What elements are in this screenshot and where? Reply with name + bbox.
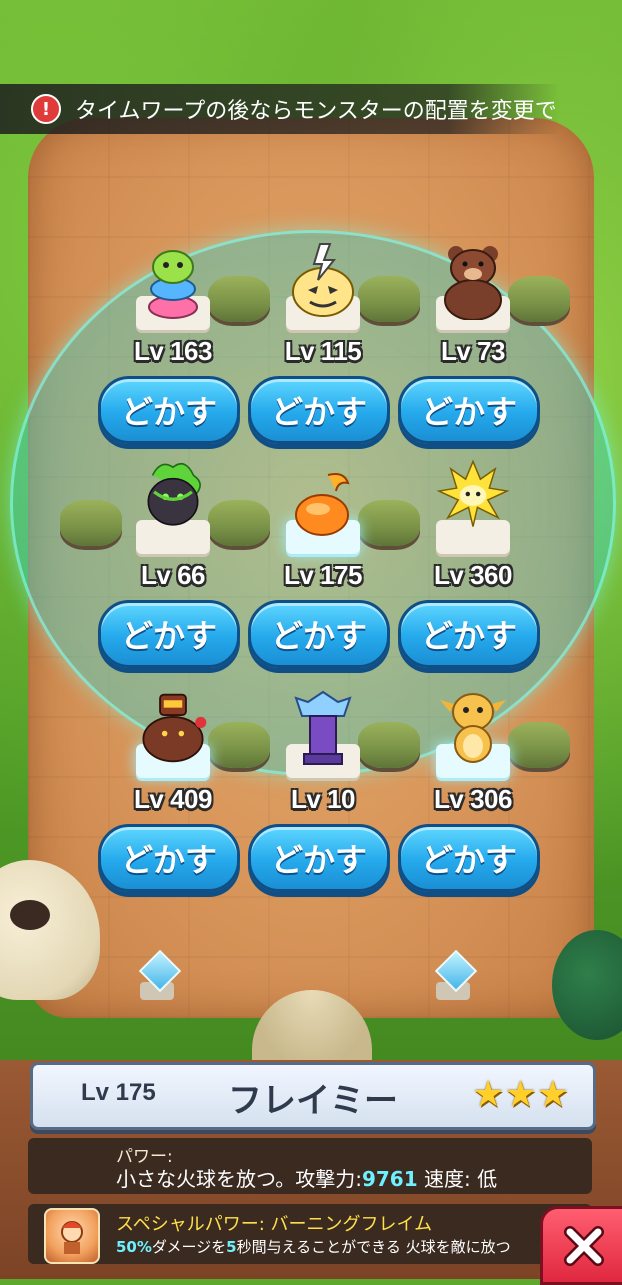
- star-rating: ★ ★ ★: [472, 1077, 569, 1113]
- monster-level: Lv 175: [284, 560, 362, 590]
- monster-slot[interactable]: Lv 360 どかす: [398, 459, 548, 684]
- monster-level: Lv 306: [434, 784, 512, 814]
- duration-seconds: 5: [226, 1238, 237, 1256]
- move-button[interactable]: どかす: [98, 600, 240, 668]
- monster-slot[interactable]: Lv 73 どかす: [398, 240, 548, 460]
- monster-slot[interactable]: Lv 66 どかす: [98, 462, 248, 684]
- star-icon: ★: [504, 1074, 537, 1115]
- monster-slot[interactable]: Lv 115 どかす: [248, 240, 398, 460]
- monster-level: Lv 66: [141, 560, 206, 590]
- fire-slime-icon[interactable]: [286, 464, 360, 544]
- rock-golem-icon[interactable]: [136, 688, 210, 768]
- monster-level: Lv 409: [134, 784, 212, 814]
- damage-percent: 50%: [116, 1238, 152, 1256]
- star-icon: ★: [536, 1074, 569, 1115]
- special-power-description: 50%ダメージを5秒間与えることができる 火球を敵に放つ: [116, 1236, 511, 1257]
- special-text: ダメージを: [151, 1238, 227, 1256]
- selected-name: フレイミー: [228, 1081, 398, 1121]
- special-power-title: スペシャルパワー: バーニングフレイム: [116, 1214, 433, 1235]
- crystal-tower-icon[interactable]: [286, 688, 360, 768]
- notice-text: タイムワープの後ならモンスターの配置を変更で: [75, 99, 557, 124]
- close-icon: [564, 1225, 604, 1266]
- monster-level: Lv 73: [441, 336, 506, 366]
- move-button[interactable]: どかす: [98, 376, 240, 444]
- star-icon: ★: [472, 1074, 505, 1115]
- monster-level: Lv 360: [434, 560, 512, 590]
- move-button[interactable]: どかす: [248, 376, 390, 444]
- stacked-slime-icon[interactable]: [136, 240, 210, 320]
- special-text: 秒間与えることができる 火球を敵に放つ: [236, 1238, 511, 1256]
- power-description: 小さな火球を放つ。攻撃力:9761 速度: 低: [116, 1163, 497, 1192]
- special-power-info: スペシャルパワー: バーニングフレイム 50%ダメージを5秒間与えることができる…: [28, 1204, 592, 1264]
- attack-value: 9761: [361, 1167, 418, 1191]
- alert-icon: !: [31, 94, 61, 124]
- monster-level: Lv 115: [284, 336, 362, 366]
- monster-slot[interactable]: Lv 409 どかす: [98, 688, 248, 908]
- monster-level: Lv 10: [291, 784, 356, 814]
- monster-slot[interactable]: Lv 306 どかす: [398, 688, 548, 908]
- speed-text: 速度: 低: [417, 1167, 498, 1191]
- vine-golem-icon[interactable]: [136, 462, 210, 544]
- move-button[interactable]: どかす: [98, 824, 240, 892]
- thunder-ghost-icon[interactable]: [286, 240, 360, 320]
- move-button[interactable]: どかす: [398, 824, 540, 892]
- special-power-icon: [44, 1208, 100, 1264]
- monster-slot[interactable]: Lv 163 どかす: [98, 240, 248, 460]
- power-desc-text: 小さな火球を放つ。攻撃力:: [116, 1167, 362, 1191]
- move-button[interactable]: どかす: [398, 600, 540, 668]
- lightning-beast-icon[interactable]: [436, 459, 510, 544]
- monster-name-ribbon: Lv 175 フレイミー ★ ★ ★: [30, 1062, 596, 1130]
- baby-dragon-icon[interactable]: [436, 688, 510, 768]
- monster-level: Lv 163: [134, 336, 212, 366]
- close-button[interactable]: [540, 1206, 622, 1285]
- notice-banner: ! タイムワープの後ならモンスターの配置を変更で: [0, 84, 560, 134]
- monster-slot[interactable]: Lv 10 どかす: [248, 688, 398, 908]
- move-button[interactable]: どかす: [248, 824, 390, 892]
- bear-icon[interactable]: [436, 240, 510, 320]
- monster-slot[interactable]: Lv 175 どかす: [248, 464, 398, 684]
- move-button[interactable]: どかす: [398, 376, 540, 444]
- move-button[interactable]: どかす: [248, 600, 390, 668]
- selected-level: Lv 175: [81, 1079, 156, 1106]
- power-info: パワー: 小さな火球を放つ。攻撃力:9761 速度: 低: [28, 1138, 592, 1194]
